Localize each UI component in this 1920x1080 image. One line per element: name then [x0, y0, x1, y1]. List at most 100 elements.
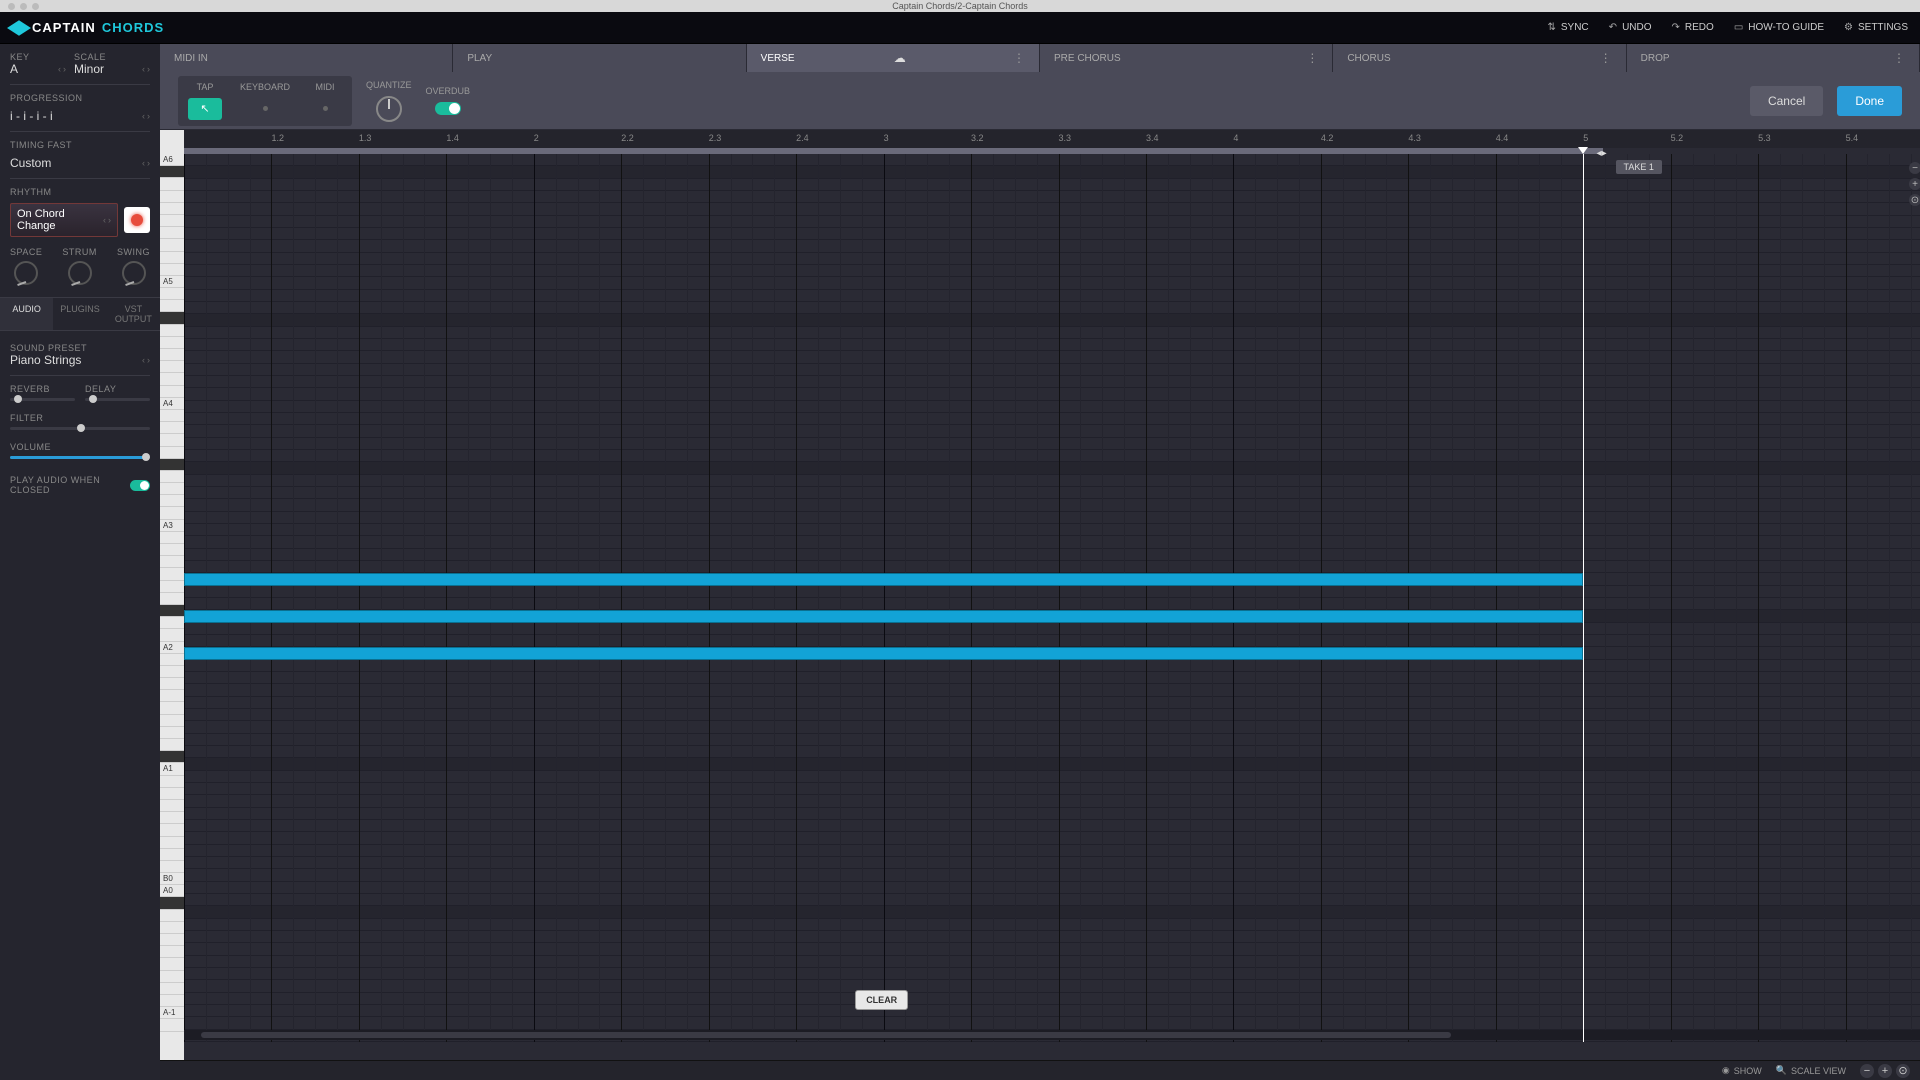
- play-closed-label: PLAY AUDIO WHEN CLOSED: [10, 475, 130, 495]
- scale-label: SCALE: [74, 52, 150, 62]
- key-label: KEY: [10, 52, 66, 62]
- key-value: A: [10, 62, 18, 76]
- vertical-zoom-out[interactable]: −: [1909, 162, 1920, 174]
- piano-keyboard[interactable]: A6A5A4A3A2A1B0A0A-1: [160, 130, 184, 1060]
- section-tab-chorus[interactable]: CHORUS⋮: [1333, 44, 1626, 72]
- quantize-knob[interactable]: [376, 96, 402, 122]
- midi-label: MIDI: [316, 82, 335, 92]
- tap-button[interactable]: ↖: [188, 98, 222, 120]
- overdub-label: OVERDUB: [426, 86, 471, 96]
- redo-button[interactable]: ↷REDO: [1672, 22, 1714, 33]
- volume-slider[interactable]: [10, 456, 150, 459]
- section-tab-drop[interactable]: DROP⋮: [1627, 44, 1920, 72]
- sound-preset-label: SOUND PRESET: [10, 343, 150, 353]
- mac-titlebar: Captain Chords/2-Captain Chords: [0, 0, 1920, 12]
- zoom-out-button[interactable]: −: [1860, 1064, 1874, 1078]
- zoom-fit-button[interactable]: ⊙: [1896, 1064, 1910, 1078]
- midi-button[interactable]: [308, 98, 342, 120]
- reverb-slider[interactable]: [10, 398, 75, 401]
- cancel-button[interactable]: Cancel: [1750, 86, 1823, 116]
- progression-label: PROGRESSION: [10, 93, 150, 103]
- vertical-zoom-in[interactable]: +: [1909, 178, 1920, 190]
- cursor-icon: ↖: [200, 102, 209, 115]
- filter-slider[interactable]: [10, 427, 150, 430]
- chorus-menu-icon[interactable]: ⋮: [1600, 51, 1612, 65]
- show-control[interactable]: ◉SHOW: [1722, 1065, 1762, 1076]
- piano-roll[interactable]: A6A5A4A3A2A1B0A0A-1 1.21.31.422.22.32.43…: [160, 130, 1920, 1060]
- timing-spinner[interactable]: ‹›: [142, 158, 150, 168]
- tab-vst-output[interactable]: VST OUTPUT: [107, 298, 160, 330]
- zoom-in-button[interactable]: +: [1878, 1064, 1892, 1078]
- section-tab-pre-chorus[interactable]: PRE CHORUS⋮: [1040, 44, 1333, 72]
- rhythm-selector[interactable]: On Chord Change ‹›: [10, 203, 118, 237]
- zoom-dot[interactable]: [32, 3, 39, 10]
- reverb-label: REVERB: [10, 384, 75, 394]
- cloud-icon[interactable]: ☁: [894, 51, 906, 65]
- app-bar: CAPTAIN CHORDS ⇅SYNC ↶UNDO ↷REDO ▭HOW-TO…: [0, 12, 1920, 44]
- howto-guide-button[interactable]: ▭HOW-TO GUIDE: [1734, 22, 1824, 33]
- verse-menu-icon[interactable]: ⋮: [1013, 51, 1025, 65]
- timing-value: Custom: [10, 156, 51, 170]
- section-tab-midi-in[interactable]: MIDI IN: [160, 44, 453, 72]
- time-ruler[interactable]: 1.21.31.422.22.32.433.23.33.444.24.34.45…: [184, 130, 1920, 148]
- filter-label: FILTER: [10, 413, 150, 423]
- quantize-label: QUANTIZE: [366, 80, 412, 90]
- keyboard-label: KEYBOARD: [240, 82, 290, 92]
- minimize-dot[interactable]: [20, 3, 27, 10]
- section-tab-verse[interactable]: VERSE ☁ ⋮: [747, 44, 1040, 72]
- record-button[interactable]: [124, 207, 150, 233]
- vertical-zoom-fit[interactable]: ⊙: [1909, 194, 1920, 206]
- progression-value: i - i - i - i: [10, 109, 53, 123]
- swing-knob[interactable]: [122, 261, 146, 285]
- scale-value: Minor: [74, 62, 104, 76]
- play-closed-toggle[interactable]: [130, 480, 150, 491]
- space-knob[interactable]: [14, 261, 38, 285]
- settings-button[interactable]: ⚙SETTINGS: [1844, 22, 1908, 33]
- undo-button[interactable]: ↶UNDO: [1609, 22, 1652, 33]
- overdub-toggle[interactable]: [435, 102, 461, 115]
- strum-knob[interactable]: [68, 261, 92, 285]
- logo-mark-icon: [7, 20, 31, 36]
- tab-plugins[interactable]: PLUGINS: [53, 298, 106, 330]
- sync-icon: ⇅: [1547, 22, 1555, 33]
- tab-audio[interactable]: AUDIO: [0, 298, 53, 330]
- progression-spinner[interactable]: ‹›: [142, 111, 150, 121]
- book-icon: ▭: [1734, 22, 1743, 33]
- sync-button[interactable]: ⇅SYNC: [1547, 22, 1588, 33]
- sidebar: KEY A ‹› SCALE Minor ‹› PROGRESSION i - …: [0, 44, 160, 1080]
- search-icon: 🔍: [1776, 1065, 1787, 1076]
- section-tabs: MIDI IN PLAY VERSE ☁ ⋮ PRE CHORUS⋮ CHORU…: [160, 44, 1920, 72]
- window-title: Captain Chords/2-Captain Chords: [892, 1, 1028, 11]
- app-logo: CAPTAIN CHORDS: [12, 20, 164, 35]
- strum-label: STRUM: [62, 247, 97, 257]
- scale-view-control[interactable]: 🔍SCALE VIEW: [1776, 1065, 1846, 1076]
- section-tab-play[interactable]: PLAY: [453, 44, 746, 72]
- done-button[interactable]: Done: [1837, 86, 1902, 116]
- record-toolbar: TAP ↖ KEYBOARD MIDI QUANTIZE OVERDUB Canc…: [160, 72, 1920, 130]
- close-dot[interactable]: [8, 3, 15, 10]
- eye-icon: ◉: [1722, 1065, 1730, 1076]
- horizontal-scrollbar[interactable]: [184, 1030, 1920, 1040]
- delay-label: DELAY: [85, 384, 150, 394]
- timing-label: TIMING FAST: [10, 140, 150, 150]
- space-label: SPACE: [10, 247, 42, 257]
- take-badge: TAKE 1: [1616, 160, 1662, 174]
- keyboard-button[interactable]: [248, 98, 282, 120]
- redo-icon: ↷: [1672, 22, 1680, 33]
- tap-label: TAP: [197, 82, 214, 92]
- delay-slider[interactable]: [85, 398, 150, 401]
- loop-region[interactable]: [184, 148, 1603, 154]
- swing-label: SWING: [117, 247, 150, 257]
- key-spinner[interactable]: ‹›: [58, 64, 66, 74]
- sound-preset-spinner[interactable]: ‹›: [142, 355, 150, 365]
- clear-button[interactable]: CLEAR: [855, 990, 908, 1010]
- scale-spinner[interactable]: ‹›: [142, 64, 150, 74]
- sound-preset-value: Piano Strings: [10, 353, 81, 367]
- prechorus-menu-icon[interactable]: ⋮: [1306, 51, 1318, 65]
- volume-label: VOLUME: [10, 442, 150, 452]
- gear-icon: ⚙: [1844, 22, 1853, 33]
- rhythm-label: RHYTHM: [10, 187, 150, 197]
- note-grid[interactable]: [184, 154, 1920, 1042]
- undo-icon: ↶: [1609, 22, 1617, 33]
- drop-menu-icon[interactable]: ⋮: [1893, 51, 1905, 65]
